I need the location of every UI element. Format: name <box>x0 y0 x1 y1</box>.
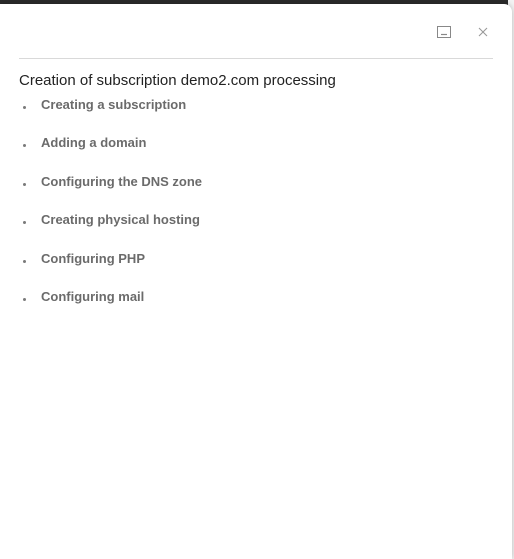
bullet-icon <box>23 221 26 225</box>
task-step-label: Configuring PHP <box>41 250 145 266</box>
dialog-header <box>19 4 493 59</box>
bullet-icon <box>23 297 26 301</box>
progress-dialog: Creation of subscription demo2.com proce… <box>0 4 512 559</box>
close-icon <box>478 27 488 37</box>
bullet-icon <box>23 259 26 263</box>
close-button[interactable] <box>475 24 491 40</box>
bullet-icon <box>23 106 26 109</box>
task-step-label: Creating a subscription <box>41 97 187 112</box>
bullet-icon <box>23 144 26 148</box>
minimize-button[interactable] <box>436 24 452 40</box>
task-step-label: Adding a domain <box>41 135 147 151</box>
bullet-icon <box>23 182 26 186</box>
dialog-title: Creation of subscription demo2.com proce… <box>19 72 336 89</box>
task-step-label: Configuring the DNS zone <box>41 173 203 189</box>
task-step-label: Configuring mail <box>41 288 145 304</box>
minimize-icon <box>437 26 451 38</box>
task-step-label: Creating physical hosting <box>41 212 200 228</box>
